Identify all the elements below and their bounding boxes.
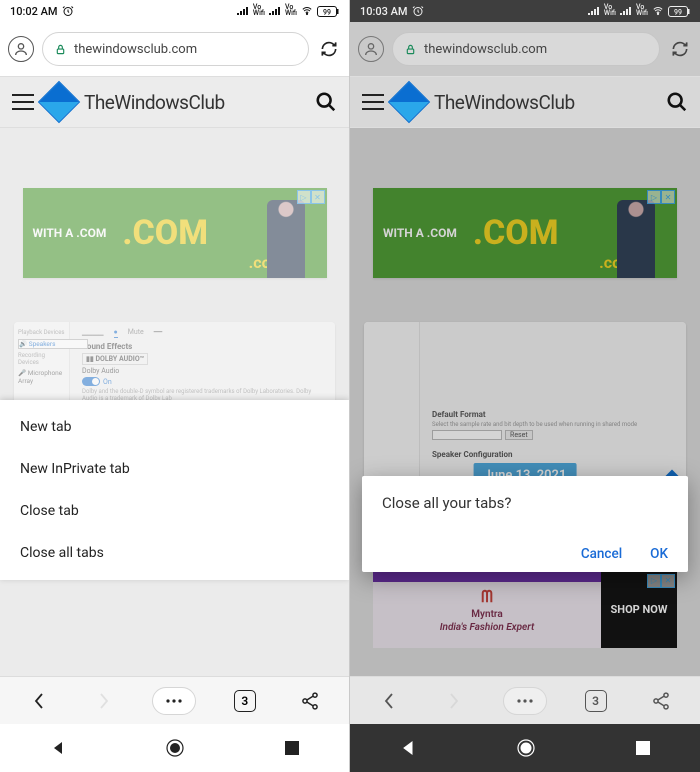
vowifi-icon-1: VoWifi: [253, 5, 265, 16]
wifi-icon: [651, 6, 665, 16]
forward-button: [437, 684, 471, 718]
forward-button: [87, 684, 121, 718]
site-name[interactable]: TheWindowsClub: [84, 91, 225, 114]
page-content: WITH A .COM .COM .com ▷✕ Default Format …: [350, 128, 700, 676]
tab-context-menu: New tab New InPrivate tab Close tab Clos…: [0, 400, 349, 580]
nav-back-icon[interactable]: [50, 740, 66, 756]
vowifi-icon-1: VoWifi: [604, 5, 616, 16]
menu-new-tab[interactable]: New tab: [0, 406, 349, 448]
site-logo-icon[interactable]: [388, 81, 430, 123]
profile-button[interactable]: [8, 36, 34, 62]
alarm-icon: [62, 5, 74, 17]
status-time: 10:02 AM: [10, 5, 58, 18]
lock-icon: [405, 44, 416, 55]
alarm-icon: [412, 5, 424, 17]
search-icon[interactable]: [666, 91, 688, 113]
signal-icon: [587, 6, 601, 16]
android-nav-bar: [0, 724, 349, 772]
svg-text:99: 99: [674, 8, 682, 16]
nav-home-icon[interactable]: [166, 739, 184, 757]
search-icon[interactable]: [315, 91, 337, 113]
screenshot-left: 10:02 AM VoWifi VoWifi 99 thewindowsclub…: [0, 0, 350, 772]
refresh-button[interactable]: [317, 37, 341, 61]
browser-bottom-bar: 3: [0, 676, 349, 724]
page-content: TheWindowsClub WITH A .COM .COM .com ▷✕ …: [0, 128, 349, 676]
menu-new-inprivate-tab[interactable]: New InPrivate tab: [0, 448, 349, 490]
site-header: TheWindowsClub: [350, 76, 700, 128]
svg-text:99: 99: [323, 8, 331, 16]
tabs-button[interactable]: 3: [579, 684, 613, 718]
hamburger-icon[interactable]: [12, 94, 34, 110]
profile-button[interactable]: [358, 36, 384, 62]
browser-bottom-bar: 3: [350, 676, 700, 724]
site-name[interactable]: TheWindowsClub: [434, 91, 575, 114]
modal-overlay[interactable]: [350, 128, 700, 676]
back-button[interactable]: [372, 684, 406, 718]
signal-icon-2: [268, 6, 282, 16]
menu-button[interactable]: [503, 687, 547, 715]
toggle-icon: [82, 377, 100, 386]
signal-icon: [236, 6, 250, 16]
menu-button[interactable]: [152, 687, 196, 715]
vowifi-icon-2: VoWifi: [636, 5, 648, 16]
status-bar: 10:03 AM VoWifi VoWifi 99: [350, 0, 700, 22]
status-time: 10:03 AM: [360, 5, 408, 18]
status-bar: 10:02 AM VoWifi VoWifi 99: [0, 0, 349, 22]
url-field[interactable]: thewindowsclub.com: [42, 32, 309, 66]
screenshot-right: 10:03 AM VoWifi VoWifi 99 thewindowsclub…: [350, 0, 700, 772]
tabs-button[interactable]: 3: [228, 684, 262, 718]
dialog-title: Close all your tabs?: [382, 494, 668, 512]
close-tabs-dialog: Close all your tabs? Cancel OK: [362, 476, 688, 572]
dialog-ok-button[interactable]: OK: [650, 546, 668, 562]
signal-icon-2: [619, 6, 633, 16]
menu-close-all-tabs[interactable]: Close all tabs: [0, 532, 349, 574]
url-text: thewindowsclub.com: [424, 42, 547, 57]
browser-url-bar: thewindowsclub.com: [0, 22, 349, 76]
nav-recent-icon[interactable]: [636, 741, 650, 755]
back-button[interactable]: [22, 684, 56, 718]
hamburger-icon[interactable]: [362, 94, 384, 110]
nav-back-icon[interactable]: [400, 740, 416, 756]
wifi-icon: [300, 6, 314, 16]
vowifi-icon-2: VoWifi: [285, 5, 297, 16]
android-nav-bar: [350, 724, 700, 772]
adchoices-icon[interactable]: ▷✕: [297, 190, 325, 204]
battery-icon: 99: [317, 6, 339, 17]
refresh-button[interactable]: [668, 37, 692, 61]
url-field[interactable]: thewindowsclub.com: [392, 32, 660, 66]
site-header: TheWindowsClub: [0, 76, 349, 128]
url-text: thewindowsclub.com: [74, 42, 197, 57]
nav-recent-icon[interactable]: [285, 741, 299, 755]
site-logo-icon[interactable]: [38, 81, 80, 123]
menu-close-tab[interactable]: Close tab: [0, 490, 349, 532]
ad-banner-top[interactable]: WITH A .COM .COM .com ▷✕: [23, 188, 327, 278]
dialog-cancel-button[interactable]: Cancel: [581, 546, 622, 562]
browser-url-bar: thewindowsclub.com: [350, 22, 700, 76]
nav-home-icon[interactable]: [517, 739, 535, 757]
share-button[interactable]: [644, 684, 678, 718]
lock-icon: [55, 44, 66, 55]
share-button[interactable]: [293, 684, 327, 718]
battery-icon: 99: [668, 6, 690, 17]
ad-person-graphic: [267, 200, 305, 278]
